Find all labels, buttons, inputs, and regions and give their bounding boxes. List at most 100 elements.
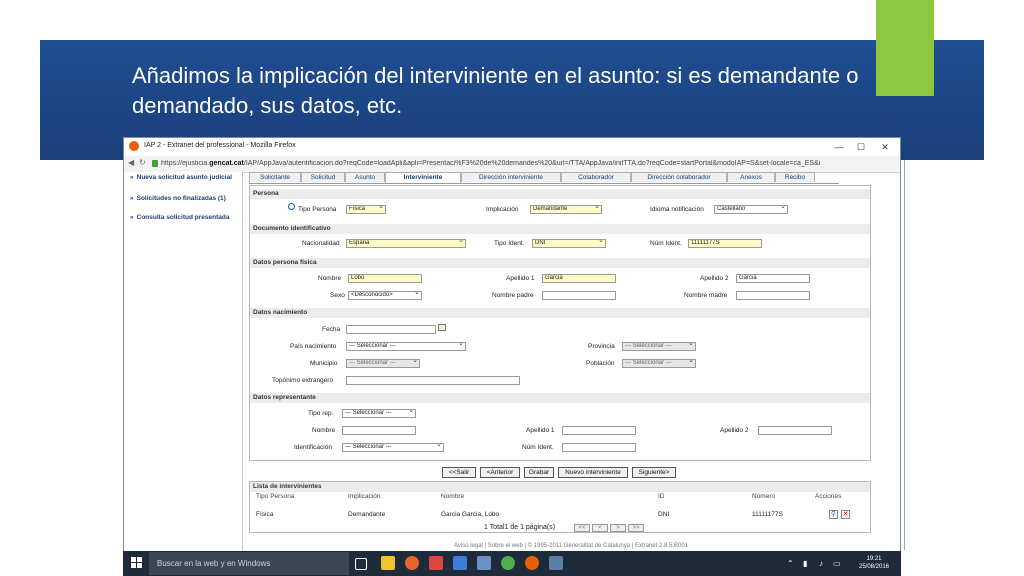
app-icon[interactable] (429, 556, 443, 570)
clock-date: 25/08/2016 (858, 564, 890, 570)
tab-direccion-colaborador[interactable]: Dirección colaborador (631, 172, 727, 182)
window-title: IAP 2 - Extranet del professional - Mozi… (144, 142, 296, 149)
browser-window: IAP 2 - Extranet del professional - Mozi… (123, 137, 901, 552)
task-view-icon[interactable] (355, 558, 367, 570)
tab-asunto[interactable]: Asunto (345, 172, 385, 182)
tipo-persona-label: Tipo Persona (298, 206, 337, 213)
sidebar-item-no-finalizadas[interactable]: » Solicitudes no finalizadas (1) (130, 195, 240, 203)
implicacion-select[interactable]: Demandante (530, 205, 602, 214)
provincia-select[interactable]: --- Seleccionar --- (622, 342, 696, 351)
poblacion-select[interactable]: --- Seleccionar --- (622, 359, 696, 368)
tab-colaborador[interactable]: Colaborador (561, 172, 631, 182)
row-numero: 11111177S (752, 511, 783, 518)
identificacion-select[interactable]: --- Seleccionar --- (342, 443, 444, 452)
nacionalidad-select[interactable]: España (346, 239, 466, 248)
nombre-madre-input[interactable] (736, 291, 810, 300)
fecha-input[interactable] (346, 325, 436, 334)
calendar-icon[interactable] (438, 324, 446, 331)
siguiente-button[interactable]: Siguiente> (632, 467, 676, 478)
municipio-select[interactable]: --- Seleccionar --- (346, 359, 420, 368)
file-explorer-icon[interactable] (381, 556, 395, 570)
maximize-button[interactable]: ☐ (852, 140, 870, 154)
pager-prev-button[interactable]: < (592, 524, 608, 532)
tab-bar: Solicitante Solicitud Asunto Intervinien… (249, 172, 839, 184)
lock-icon (152, 160, 158, 167)
tipo-persona-select[interactable]: Física (346, 205, 386, 214)
delete-icon[interactable]: ✕ (841, 510, 850, 519)
firefox-active-icon[interactable] (525, 556, 539, 570)
salir-button[interactable]: <<Salir (442, 467, 476, 478)
sidebar: » Nueva solicitud asunto judicial » Solici… (124, 172, 243, 551)
poblacion-label: Población (586, 360, 615, 367)
firefox-taskbar-icon[interactable] (405, 556, 419, 570)
clock-time: 19:21 (866, 556, 882, 562)
pager-text: 1 Total1 de 1 página(s) (484, 524, 556, 531)
minimize-button[interactable]: — (830, 140, 848, 154)
col-numero: Número (752, 493, 776, 500)
tray-up-icon[interactable]: ⌃ (787, 559, 794, 568)
taskbar: Buscar en la web y en Windows ⌃ ▮ ♪ ▭ 19… (123, 551, 901, 576)
tab-direccion-interviniente[interactable]: Dirección interviniente (461, 172, 561, 182)
anterior-button[interactable]: <Anterior (480, 467, 520, 478)
pager-first-button[interactable]: << (574, 524, 590, 532)
rep-apellido1-input[interactable] (562, 426, 636, 435)
paint-icon[interactable] (549, 556, 563, 570)
nombre-input[interactable]: Lobo (348, 274, 422, 283)
refresh-icon[interactable]: ↻ (139, 158, 146, 167)
address-bar[interactable]: ◀ ↻ https://ejusticia.gencat.cat/IAP/App… (124, 156, 900, 173)
tipo-rep-select[interactable]: --- Seleccionar --- (342, 409, 416, 418)
back-icon[interactable]: ◀ (128, 158, 134, 167)
search-icon[interactable] (288, 203, 295, 210)
sidebar-item-consulta[interactable]: » Consulta solicitud presentada (130, 214, 240, 222)
action-buttons: <<Salir <Anterior Grabar Nuevo intervini… (249, 466, 871, 480)
windows-start-icon[interactable] (131, 557, 143, 569)
row-nombre: Garcia Garcia, Lobo (441, 511, 500, 518)
grabar-button[interactable]: Grabar (524, 467, 554, 478)
toponimo-input[interactable] (346, 376, 520, 385)
taskbar-search[interactable]: Buscar en la web y en Windows (149, 552, 349, 575)
num-ident-label: Núm Ident. (650, 240, 682, 247)
monitor-icon[interactable] (477, 556, 491, 570)
pager-last-button[interactable]: >> (628, 524, 644, 532)
tipo-ident-select[interactable]: DNI (532, 239, 606, 248)
apellido2-input[interactable]: Garcia (736, 274, 810, 283)
idioma-select[interactable]: Castellano (714, 205, 788, 214)
tipo-rep-label: Tipo rep. (308, 410, 334, 417)
url-text[interactable]: https://ejusticia.gencat.cat/IAP/AppJava… (161, 160, 896, 167)
tab-interviniente[interactable]: Interviniente (385, 172, 461, 183)
slide-title: Añadimos la implicación del intervinient… (132, 63, 859, 118)
tab-solicitud[interactable]: Solicitud (301, 172, 345, 182)
section-nacimiento: Datos nacimiento (250, 308, 870, 318)
col-acciones: Acciones (815, 493, 842, 500)
view-icon[interactable]: ⚲ (829, 510, 838, 519)
pais-select[interactable]: --- Seleccionar --- (346, 342, 466, 351)
rep-num-ident-input[interactable] (562, 443, 636, 452)
rep-num-ident-label: Núm Ident. (522, 444, 554, 451)
nombre-padre-input[interactable] (542, 291, 616, 300)
nuevo-interviniente-button[interactable]: Nuevo interviniente (558, 467, 628, 478)
sidebar-item-nueva-solicitud[interactable]: » Nueva solicitud asunto judicial (130, 174, 240, 182)
slide-divider (904, 160, 905, 550)
tab-anexos[interactable]: Anexos (727, 172, 775, 182)
num-ident-input[interactable]: 11111177S (688, 239, 762, 248)
network-icon[interactable]: ▮ (803, 559, 807, 568)
pager-next-button[interactable]: > (610, 524, 626, 532)
tab-solicitante[interactable]: Solicitante (249, 172, 301, 182)
rep-apellido2-input[interactable] (758, 426, 832, 435)
rep-nombre-input[interactable] (342, 426, 416, 435)
chrome-icon[interactable] (501, 556, 515, 570)
col-implicacion: Implicación (348, 493, 381, 500)
document-icon[interactable] (453, 556, 467, 570)
chevron-right-icon: » (130, 174, 134, 181)
apellido1-label: Apellido 1 (506, 275, 535, 282)
chevron-right-icon: » (130, 214, 134, 221)
tab-recibo[interactable]: Recibo (775, 172, 815, 182)
close-button[interactable]: ✕ (876, 140, 894, 154)
sexo-select[interactable]: <Desconocido> (348, 291, 422, 300)
notification-icon[interactable]: ▭ (833, 559, 841, 568)
taskbar-clock[interactable]: 19:21 25/08/2016 (851, 555, 897, 571)
volume-icon[interactable]: ♪ (819, 559, 823, 568)
apellido1-input[interactable]: Garcia (542, 274, 616, 283)
provincia-label: Provincia (588, 343, 615, 350)
slide-accent-tab (876, 0, 934, 96)
